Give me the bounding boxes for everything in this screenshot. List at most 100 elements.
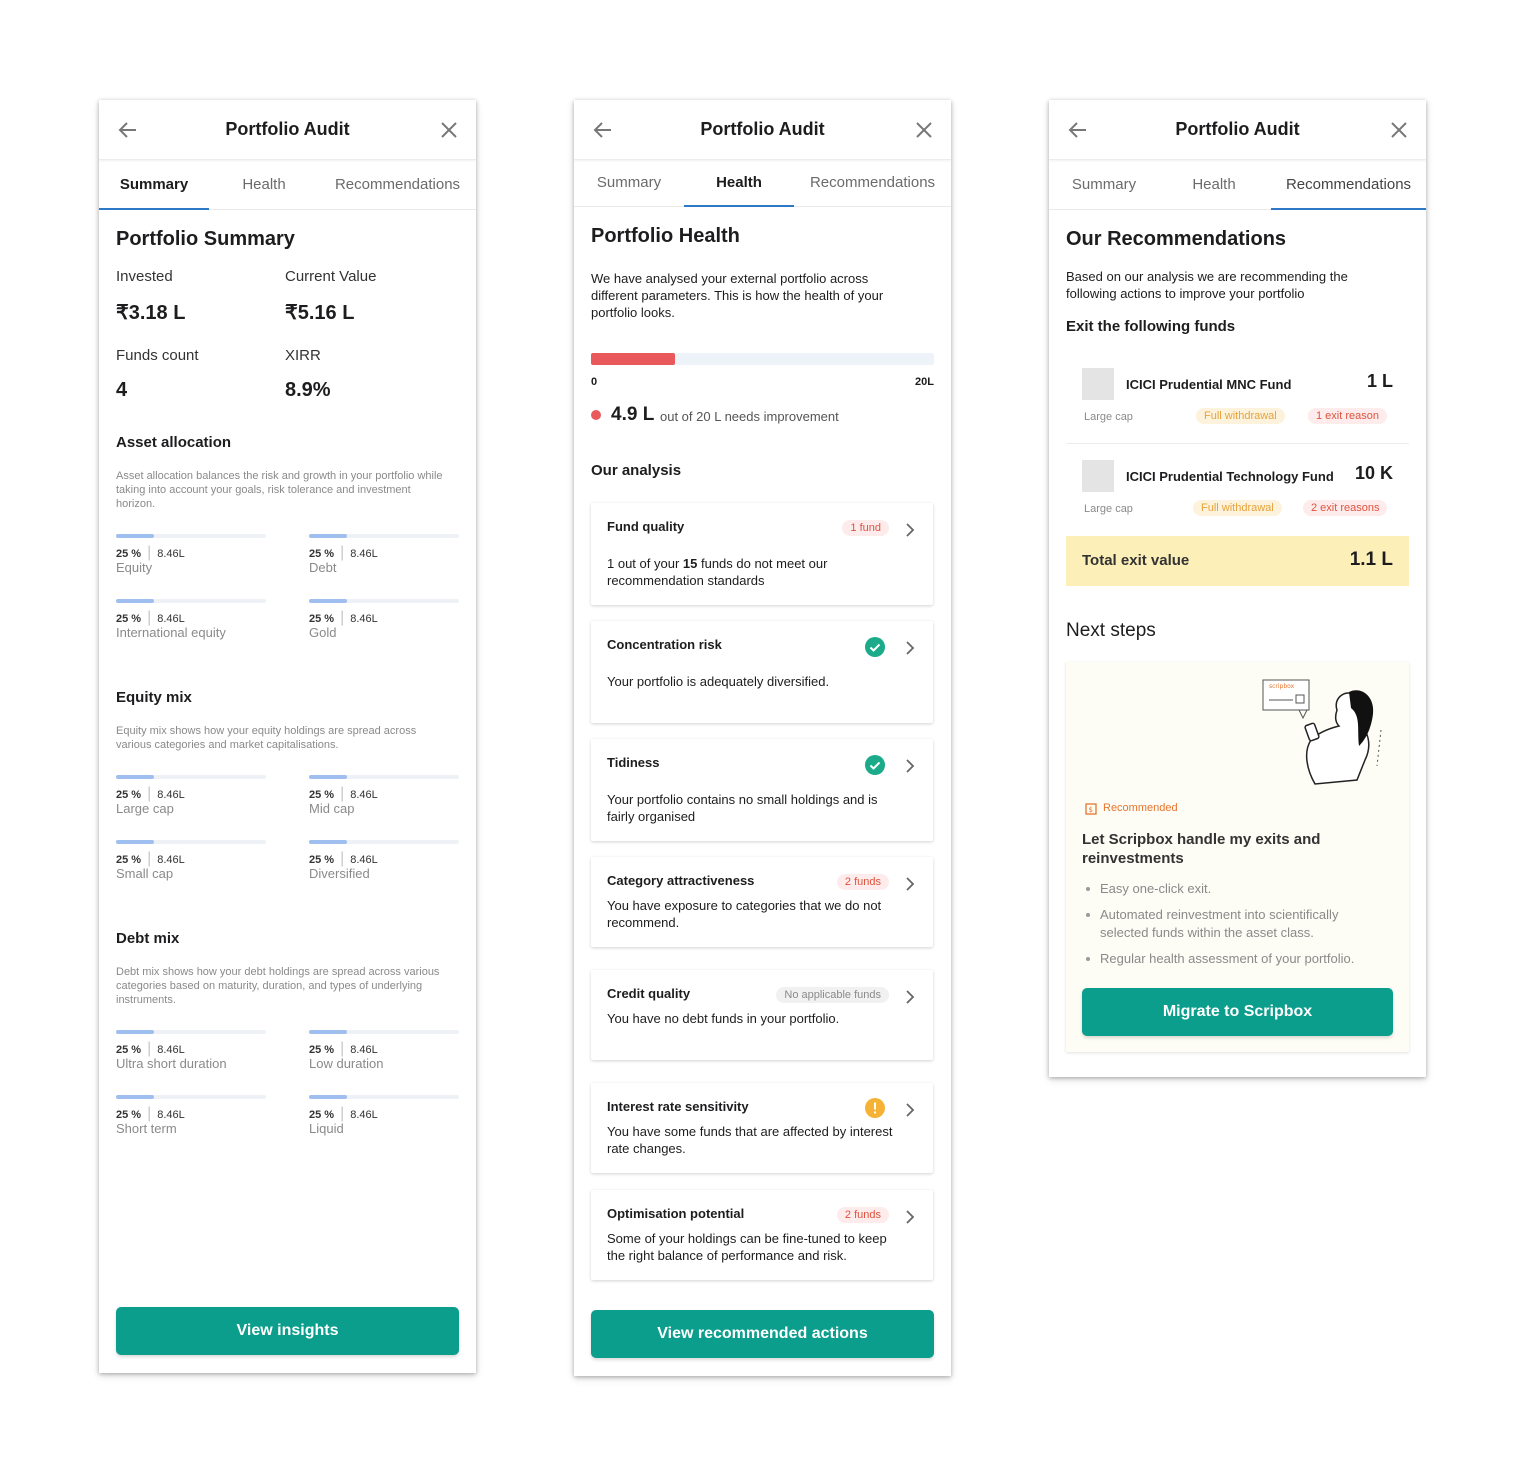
allocation-category: Short term — [116, 1121, 177, 1136]
tab-health[interactable]: Health — [684, 174, 794, 191]
allocation-category: Low duration — [309, 1056, 384, 1071]
xirr-label: XIRR — [285, 347, 321, 364]
allocation-category: Small cap — [116, 866, 174, 881]
view-insights-button[interactable]: View insights — [116, 1307, 459, 1355]
chevron-right-icon[interactable] — [905, 641, 915, 655]
allocation-category: Gold — [309, 625, 337, 640]
health-progress-bar — [591, 353, 934, 365]
separator: | — [147, 850, 152, 867]
tab-summary[interactable]: Summary — [574, 174, 684, 191]
analysis-card-desc: You have exposure to categories that we … — [607, 898, 882, 930]
allocation-percent: 25 % — [309, 789, 335, 801]
analysis-card-title: Concentration risk — [607, 637, 722, 652]
tab-health[interactable]: Health — [1159, 176, 1269, 193]
allocation-bar — [116, 599, 266, 603]
close-icon[interactable] — [1390, 121, 1408, 139]
allocation-amount: 8.46L — [350, 789, 378, 801]
tab-recommendations[interactable]: Recommendations — [319, 176, 476, 193]
chevron-right-icon[interactable] — [905, 1103, 915, 1117]
analysis-card-badge: No applicable funds — [776, 987, 889, 1003]
exit-reason-badge[interactable]: 1 exit reason — [1308, 408, 1387, 424]
analysis-card-badge: 2 funds — [836, 1207, 889, 1223]
total-exit-label: Total exit value — [1082, 552, 1190, 569]
analysis-card[interactable]: Tidiness Your portfolio contains no small… — [591, 739, 933, 841]
tab-bar: Summary Health Recommendations — [99, 160, 476, 210]
chevron-right-icon[interactable] — [905, 1210, 915, 1224]
separator: | — [147, 609, 152, 626]
analysis-card-title: Fund quality — [607, 519, 685, 534]
brand-tag: scripbox — [1269, 683, 1295, 690]
allocation-bar — [309, 775, 459, 779]
close-icon[interactable] — [915, 121, 933, 139]
exit-reason-badge[interactable]: 2 exit reasons — [1303, 500, 1388, 516]
allocation-amount: 8.46L — [350, 548, 378, 560]
analysis-title: Our analysis — [591, 462, 682, 479]
analysis-card[interactable]: Interest rate sensitivity You have some f… — [591, 1083, 933, 1173]
recommended-icon: $ — [1085, 803, 1097, 815]
allocation-bar-fill — [309, 599, 347, 603]
allocation-bar-fill — [309, 775, 347, 779]
funds-count-value: 4 — [116, 379, 128, 401]
chevron-right-icon[interactable] — [905, 523, 915, 537]
allocation-amount: 8.46L — [157, 613, 185, 625]
migrate-to-scripbox-button[interactable]: Migrate to Scripbox — [1082, 988, 1393, 1036]
allocation-amount: 8.46L — [157, 1044, 185, 1056]
fund-logo — [1082, 368, 1114, 400]
separator: | — [340, 785, 345, 802]
analysis-card[interactable]: Fund quality 1 fund 1 out of your 15 funds… — [591, 503, 933, 605]
chevron-right-icon[interactable] — [905, 759, 915, 773]
invested-label: Invested — [116, 268, 173, 285]
tab-health[interactable]: Health — [209, 176, 319, 193]
analysis-card-badge: 2 funds — [836, 874, 889, 890]
analysis-card[interactable]: Concentration risk Your portfolio is adeq… — [591, 621, 933, 723]
analysis-card-desc: Your portfolio is adequately diversified… — [607, 674, 830, 689]
tab-recommendations[interactable]: Recommendations — [794, 174, 951, 191]
equity-mix-title: Equity mix — [116, 689, 192, 706]
allocation-bar-fill — [309, 534, 347, 538]
analysis-card-desc: You have some funds that are affected by… — [607, 1124, 893, 1156]
analysis-card[interactable]: Category attractiveness 2 funds You have e… — [591, 857, 933, 947]
summary-screen: Portfolio Audit Summary Health Recommend… — [99, 100, 476, 1373]
health-screen: Portfolio Audit Summary Health Recommend… — [574, 100, 951, 1376]
allocation-bar-fill — [116, 534, 154, 538]
allocation-amount: 8.46L — [157, 548, 185, 560]
separator: | — [340, 850, 345, 867]
check-icon — [865, 755, 885, 775]
allocation-percent: 25 % — [309, 1044, 335, 1056]
health-progress-fill — [591, 353, 676, 365]
page-title: Portfolio Health — [591, 225, 740, 247]
total-exit-value: 1.1 L — [1349, 549, 1393, 570]
close-icon[interactable] — [440, 121, 458, 139]
allocation-bar — [116, 840, 266, 844]
analysis-card[interactable]: Credit quality No applicable funds You hav… — [591, 970, 933, 1060]
chevron-right-icon[interactable] — [905, 877, 915, 891]
allocation-category: Liquid — [309, 1121, 344, 1136]
analysis-card[interactable]: Optimisation potential 2 funds Some of you… — [591, 1190, 933, 1280]
allocation-category: Diversified — [309, 866, 370, 881]
allocation-bar — [309, 1095, 459, 1099]
fund-name: ICICI Prudential Technology Fund — [1126, 469, 1334, 484]
separator: | — [147, 785, 152, 802]
active-tab-indicator — [684, 205, 794, 207]
allocation-percent: 25 % — [116, 789, 142, 801]
allocation-amount: 8.46L — [350, 1044, 378, 1056]
view-recommended-actions-button[interactable]: View recommended actions — [591, 1310, 934, 1358]
tab-recommendations[interactable]: Recommendations — [1271, 176, 1426, 193]
divider — [1066, 443, 1409, 444]
separator: | — [147, 544, 152, 561]
tab-summary[interactable]: Summary — [1049, 176, 1159, 193]
app-header: Portfolio Audit — [99, 100, 476, 160]
separator: | — [147, 1040, 152, 1057]
invested-value: ₹3.18 L — [116, 302, 186, 324]
allocation-amount: 8.46L — [157, 789, 185, 801]
header-title: Portfolio Audit — [225, 119, 350, 139]
allocation-bar-fill — [309, 840, 347, 844]
allocation-bar — [116, 534, 266, 538]
tab-summary[interactable]: Summary — [99, 176, 209, 193]
allocation-category: Ultra short duration — [116, 1056, 227, 1071]
allocation-bar-fill — [116, 1095, 154, 1099]
chevron-right-icon[interactable] — [905, 990, 915, 1004]
progress-min-label: 0 — [591, 376, 598, 388]
app-header: Portfolio Audit — [1049, 100, 1426, 160]
migrate-offer-card: scripbox $ Recommended Let Scripbox hand… — [1066, 662, 1409, 1052]
